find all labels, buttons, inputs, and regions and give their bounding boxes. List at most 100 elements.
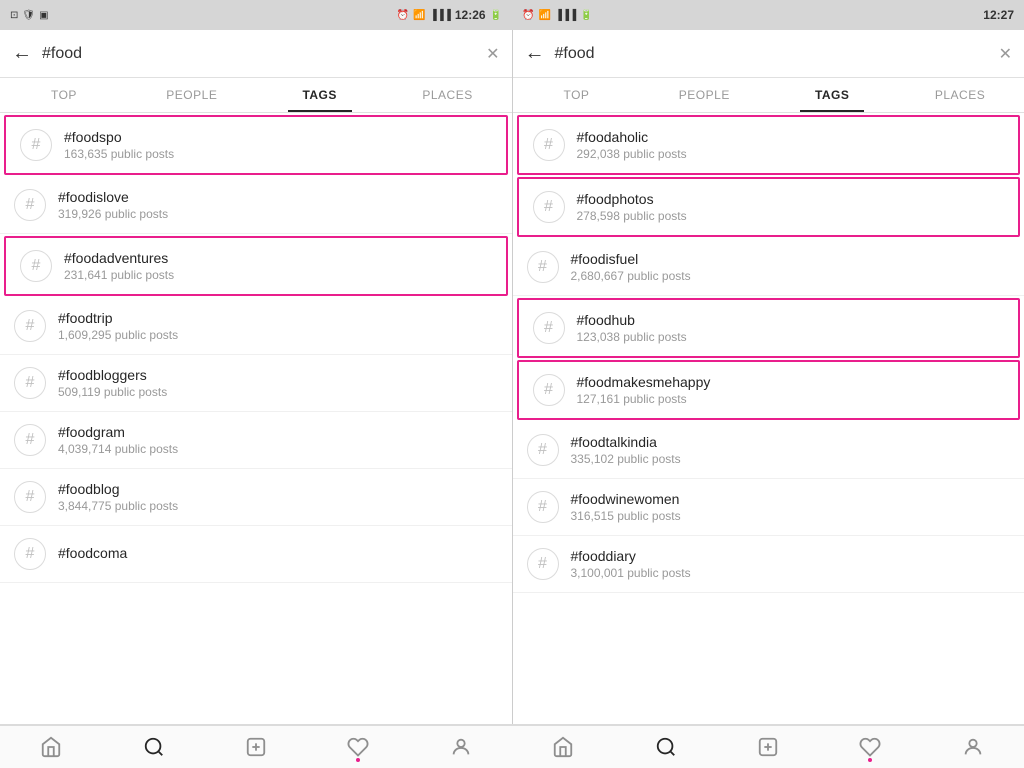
tag-count: 509,119 public posts — [58, 385, 167, 399]
tag-name: #foodhub — [577, 312, 687, 328]
hash-icon: # — [533, 312, 565, 344]
nav-search-right[interactable] — [614, 726, 716, 768]
tag-item[interactable]: ##foodisfuel2,680,667 public posts — [513, 239, 1024, 296]
tag-name: #foodblog — [58, 481, 178, 497]
alarm-icon-left: ⏰ — [397, 10, 409, 21]
hash-icon: # — [14, 189, 46, 221]
tag-info: #fooddiary3,100,001 public posts — [571, 548, 691, 580]
tag-item[interactable]: ##foodaholic292,038 public posts — [517, 115, 1021, 175]
status-bar: ⊡ 🛡 ▣ ⏰ 📶 ▐▐▐ 12:26 🔋 ⏰ 📶 ▐▐▐ 🔋 12:27 — [0, 0, 1024, 30]
back-arrow-right[interactable]: ← — [525, 42, 545, 65]
heart-icon-right — [859, 736, 881, 758]
nav-home-left[interactable] — [0, 726, 102, 768]
tag-name: #foodcoma — [58, 545, 127, 561]
nav-add-right[interactable] — [717, 726, 819, 768]
tag-item[interactable]: # #foodhub 123,038 public posts — [517, 298, 1021, 358]
tag-item[interactable]: ##foodcoma — [0, 526, 512, 583]
nav-heart-left[interactable] — [307, 726, 409, 768]
tag-name: #foodgram — [58, 424, 178, 440]
hash-icon: # — [527, 491, 559, 523]
tag-info: #foodhub 123,038 public posts — [577, 312, 687, 344]
tab-left-top[interactable]: TOP — [0, 78, 128, 112]
nav-heart-right[interactable] — [819, 726, 921, 768]
tabs-right: TOP PEOPLE TAGS PLACES — [513, 78, 1024, 113]
bottom-nav-right — [512, 725, 1024, 768]
nav-profile-left[interactable] — [410, 726, 512, 768]
search-text-left: #food — [42, 45, 486, 63]
tag-name: #foodisfuel — [571, 251, 691, 267]
tag-name: #foodmakesmehappy — [577, 374, 711, 390]
hash-icon: # — [533, 191, 565, 223]
nav-add-left[interactable] — [205, 726, 307, 768]
tag-item[interactable]: # #foodblog 3,844,775 public posts — [0, 469, 512, 526]
hash-icon: # — [14, 310, 46, 342]
nav-profile-right[interactable] — [922, 726, 1024, 768]
tag-count: 278,598 public posts — [577, 209, 687, 223]
tag-name: #foodtrip — [58, 310, 178, 326]
tag-item[interactable]: # #foodislove319,926 public posts — [0, 177, 512, 234]
tag-item[interactable]: ##foodbloggers509,119 public posts — [0, 355, 512, 412]
heart-dot-right — [868, 758, 872, 762]
tag-info: #foodcoma — [58, 545, 127, 563]
heart-dot-left — [356, 758, 360, 762]
tab-left-people[interactable]: PEOPLE — [128, 78, 256, 112]
tag-count: 3,844,775 public posts — [58, 499, 178, 513]
bottom-nav — [0, 724, 1024, 768]
tag-info: #foodphotos 278,598 public posts — [577, 191, 687, 223]
tag-info: #foodspo163,635 public posts — [64, 129, 174, 161]
nav-home-right[interactable] — [512, 726, 614, 768]
hash-icon: # — [14, 424, 46, 456]
tag-info: #foodbloggers509,119 public posts — [58, 367, 167, 399]
tag-item[interactable]: # #fooddiary3,100,001 public posts — [513, 536, 1024, 593]
add-icon-right — [757, 736, 779, 758]
tag-count: 127,161 public posts — [577, 392, 711, 406]
tag-info: #foodblog 3,844,775 public posts — [58, 481, 178, 513]
close-btn-right[interactable]: ✕ — [999, 44, 1012, 64]
back-arrow-left[interactable]: ← — [12, 42, 32, 65]
bottom-nav-left — [0, 725, 512, 768]
tag-name: #foodislove — [58, 189, 168, 205]
tag-info: #foodaholic292,038 public posts — [577, 129, 687, 161]
hash-icon: # — [527, 434, 559, 466]
tag-list-left: ##foodspo163,635 public posts##foodislov… — [0, 113, 512, 724]
tag-count: 3,100,001 public posts — [571, 566, 691, 580]
hash-icon: # — [14, 481, 46, 513]
hash-icon: # — [527, 548, 559, 580]
profile-icon-right — [962, 736, 984, 758]
tag-info: #foodislove319,926 public posts — [58, 189, 168, 221]
tag-count: 123,038 public posts — [577, 330, 687, 344]
tag-count: 1,609,295 public posts — [58, 328, 178, 342]
tab-right-tags[interactable]: TAGS — [768, 78, 896, 112]
tag-count: 231,641 public posts — [64, 268, 174, 282]
tag-item[interactable]: # #foodtrip 1,609,295 public posts — [0, 298, 512, 355]
tag-name: #foodphotos — [577, 191, 687, 207]
nav-search-left[interactable] — [102, 726, 204, 768]
media-icon: ▣ — [39, 10, 48, 21]
tab-left-places[interactable]: PLACES — [384, 78, 512, 112]
tag-item[interactable]: # #foodphotos 278,598 public posts — [517, 177, 1021, 237]
tag-name: #foodwinewomen — [571, 491, 681, 507]
tab-right-people[interactable]: PEOPLE — [640, 78, 768, 112]
close-btn-left[interactable]: ✕ — [486, 44, 499, 64]
status-bar-right: ⏰ 📶 ▐▐▐ 🔋 12:27 — [512, 0, 1024, 30]
tag-item[interactable]: ##foodspo163,635 public posts — [4, 115, 508, 175]
phone-panel-left: ← #food ✕ TOP PEOPLE TAGS PLACES ##foods… — [0, 30, 513, 724]
tag-item[interactable]: ##foodtalkindia335,102 public posts — [513, 422, 1024, 479]
tag-count: 335,102 public posts — [571, 452, 681, 466]
wifi-icon-right: 📶 — [538, 10, 550, 21]
phones-container: ← #food ✕ TOP PEOPLE TAGS PLACES ##foods… — [0, 30, 1024, 724]
add-icon-left — [245, 736, 267, 758]
tag-info: #foodmakesmehappy 127,161 public posts — [577, 374, 711, 406]
signal-icon-left: ▐▐▐ — [430, 10, 451, 21]
shield-icon: 🛡 — [22, 10, 35, 21]
tab-right-top[interactable]: TOP — [513, 78, 641, 112]
tag-item[interactable]: ##foodwinewomen316,515 public posts — [513, 479, 1024, 536]
tag-item[interactable]: ##foodmakesmehappy127,161 public posts — [517, 360, 1021, 420]
tag-item[interactable]: ##foodadventures231,641 public posts — [4, 236, 508, 296]
tab-right-places[interactable]: PLACES — [896, 78, 1024, 112]
hash-icon: # — [20, 250, 52, 282]
tab-left-tags[interactable]: TAGS — [256, 78, 384, 112]
tag-info: #foodtrip 1,609,295 public posts — [58, 310, 178, 342]
tag-info: #foodgram4,039,714 public posts — [58, 424, 178, 456]
tag-item[interactable]: # #foodgram4,039,714 public posts — [0, 412, 512, 469]
